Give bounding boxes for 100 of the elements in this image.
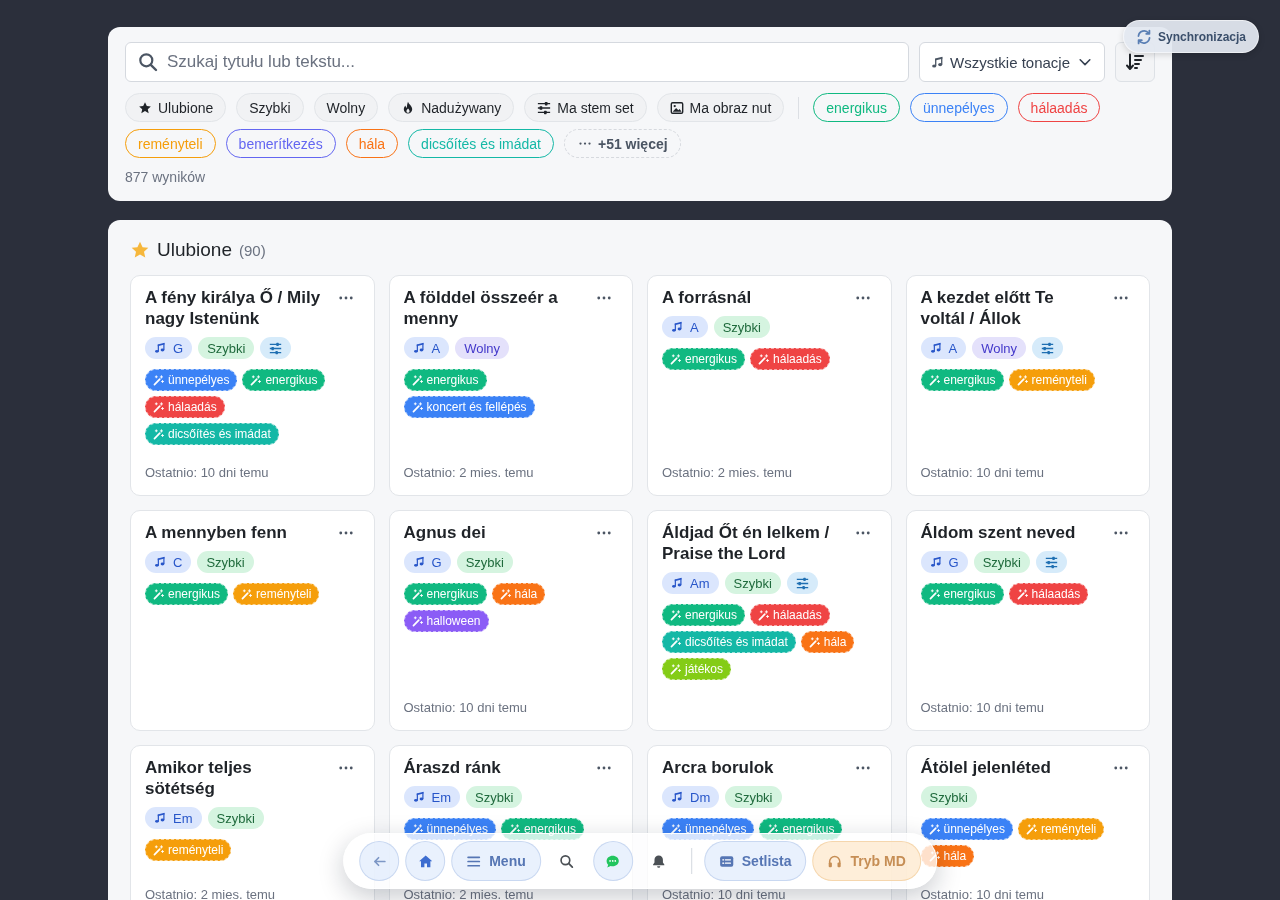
music-note-icon — [671, 577, 683, 589]
mood-tag-label: energikus — [426, 373, 479, 387]
song-card[interactable]: A mennyben fenn C Szybki energikus reményteli — [130, 510, 375, 731]
magic-wand-icon — [411, 401, 423, 413]
headphones-icon — [827, 853, 843, 869]
last-used-text: Ostatnio: 10 dni temu — [920, 886, 1046, 900]
mood-tag-label: reményteli — [168, 843, 224, 857]
mood-tag-label: hála — [943, 849, 967, 863]
tempo-badge: Wolny — [455, 337, 510, 359]
mood-tag-label: energikus — [168, 587, 221, 601]
magic-wand-icon — [670, 663, 681, 675]
song-title: Agnus dei — [403, 522, 487, 543]
song-title: Áraszd ránk — [403, 757, 502, 778]
more-icon — [597, 530, 611, 535]
magic-wand-icon — [1016, 374, 1028, 386]
last-used-text: Ostatnio: 2 mies. temu — [403, 464, 535, 481]
magic-wand-icon — [411, 615, 423, 627]
song-card[interactable]: A fény királya Ő / Mily nagy Istenünk G Szybki ünnepélyes energikus hálaadás dicsőítés és imádat Ostatnio: 10 dni temu — [130, 275, 375, 496]
song-card[interactable]: A kezdet előtt Te voltál / Állok A Wolny energikus reményteli Ostatnio: 10 dni temu — [905, 275, 1150, 496]
key-name: G — [173, 340, 184, 356]
song-card[interactable]: A földdel összeér a menny A Wolny energikus koncert és fellépés Ostatnio: 2 mies. temu — [388, 275, 633, 496]
mood-tag-label: ünnepélyes — [943, 822, 1005, 836]
filter-chip[interactable]: Ma obraz nut — [656, 93, 785, 122]
last-used-text: Ostatnio: 2 mies. temu — [662, 464, 794, 481]
song-card[interactable]: Amikor teljes sötétség Em Szybki reményteli Ostatnio: 2 mies. temu — [130, 745, 375, 900]
magic-wand-icon — [153, 374, 164, 386]
music-note-icon — [154, 342, 166, 354]
tempo-badge: Szybki — [724, 572, 781, 594]
more-icon — [597, 765, 611, 770]
filter-chip[interactable]: Wolny — [313, 93, 379, 122]
result-count: 877 wyników — [125, 168, 207, 186]
mood-tag-label: hálaadás — [773, 608, 822, 622]
filter-chip[interactable]: Ulubione — [125, 93, 227, 122]
song-card[interactable]: Átölel jelenléted Szybki ünnepélyes reményteli hála Ostatnio: 10 dni temu — [905, 745, 1150, 900]
last-used-text: Ostatnio: 10 dni temu — [403, 699, 529, 716]
music-note-icon — [929, 342, 942, 354]
list-icon — [718, 853, 734, 869]
more-icon — [338, 295, 353, 300]
search-field[interactable]: Szukaj tytułu lub tekstu... — [125, 42, 909, 82]
last-used-text: Ostatnio: 10 dni temu — [920, 464, 1046, 481]
mood-tag-label: reményteli — [256, 587, 312, 601]
mood-tag-label: energikus — [943, 587, 996, 601]
more-icon — [1114, 295, 1128, 300]
tempo-badge: Szybki — [713, 316, 770, 338]
sliders-icon — [537, 100, 552, 115]
more-icon — [1114, 530, 1128, 535]
star-icon — [130, 240, 150, 260]
song-card[interactable]: Áldjad Őt én lelkem / Praise the Lord Am Szybki energikus hálaadás dicsőítés és imádat hála játékos — [647, 510, 892, 731]
magic-wand-icon — [670, 353, 681, 365]
home-icon — [417, 853, 433, 869]
song-title: A mennyben fenn — [145, 522, 288, 543]
section-count: (90) — [239, 241, 266, 259]
mood-tag-label: energikus — [782, 822, 835, 836]
filter-chip[interactable]: Szybki — [236, 93, 304, 122]
mood-tag-label: dicsőítés és imádat — [685, 635, 788, 649]
menu-button[interactable]: Menu — [451, 841, 541, 881]
home-button[interactable] — [405, 841, 446, 881]
more-icon — [578, 142, 591, 145]
sync-icon — [1135, 28, 1152, 45]
mood-tag-label: ünnepélyes — [168, 373, 230, 387]
song-title: Arcra borulok — [662, 757, 775, 778]
magic-wand-icon — [153, 428, 164, 440]
song-card[interactable]: Agnus dei G Szybki energikus hála halloween Ostatnio: 10 dni temu — [388, 510, 633, 731]
music-note-icon — [931, 55, 944, 69]
mood-tag-label: reményteli — [1040, 822, 1097, 836]
song-title: A fény királya Ő / Mily nagy Istenünk — [145, 287, 322, 329]
chat-button[interactable] — [592, 841, 633, 881]
mood-tag-label: dicsőítés és imádat — [168, 427, 271, 441]
magic-wand-icon — [153, 401, 164, 413]
last-used-text: Ostatnio: 2 mies. temu — [403, 886, 535, 900]
mood-tag-label: koncert és fellépés — [426, 400, 527, 414]
more-icon — [597, 295, 611, 300]
song-card[interactable]: Áldom szent neved G Szybki energikus hálaadás Ostatnio: 10 dni temu — [905, 510, 1150, 731]
key-name: G — [431, 554, 442, 570]
song-card[interactable]: A forrásnál A Szybki energikus hálaadás Ostatnio: 2 mies. temu — [647, 275, 892, 496]
magic-wand-icon — [411, 588, 423, 600]
tempo-badge: Szybki — [207, 807, 264, 829]
music-note-icon — [412, 791, 425, 803]
filter-chip[interactable]: Nadużywany — [388, 93, 515, 122]
tempo-badge: Szybki — [197, 551, 254, 573]
tempo-badge: Szybki — [920, 786, 977, 808]
mood-tag-label: energikus — [685, 608, 738, 622]
sort-descending-icon — [1125, 52, 1145, 72]
mood-tag-label: hála — [514, 587, 538, 601]
key-name: A — [431, 340, 441, 356]
filter-chip[interactable]: Ma stem set — [524, 93, 647, 122]
more-icon — [338, 765, 353, 770]
mood-tag-label: energikus — [943, 373, 996, 387]
bell-icon — [651, 853, 667, 869]
key-name: Em — [173, 810, 193, 826]
mood-tag-label: reményteli — [1031, 373, 1087, 387]
mood-tag-label: energikus — [265, 373, 318, 387]
magic-wand-icon — [758, 353, 770, 365]
key-name: C — [173, 554, 183, 570]
key-name: G — [948, 554, 959, 570]
magic-wand-icon — [250, 374, 262, 386]
setlist-button[interactable]: Setlista — [703, 841, 807, 881]
last-used-text: Ostatnio: 2 mies. temu — [145, 886, 277, 900]
key-select[interactable]: Wszystkie tonacje — [919, 42, 1105, 82]
magic-wand-icon — [928, 374, 940, 386]
